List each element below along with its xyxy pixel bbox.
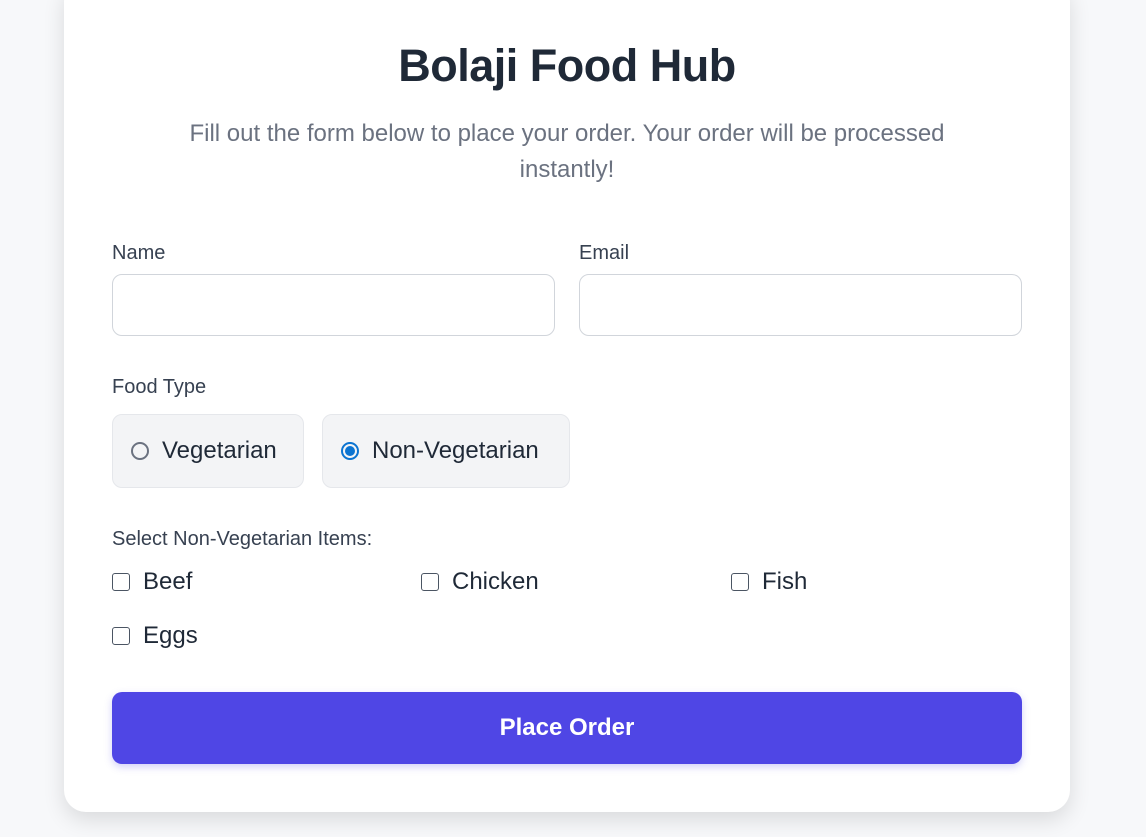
beef-checkbox[interactable] [112,573,130,591]
page-subtitle: Fill out the form below to place your or… [189,120,945,183]
vegetarian-radio[interactable] [131,442,149,460]
email-field-wrapper [579,274,1022,336]
chicken-label: Chicken [452,568,539,595]
food-type-label: Food Type [112,376,207,398]
non-vegetarian-radio[interactable] [341,442,359,460]
radio-selected-dot [345,446,355,456]
vegetarian-label: Vegetarian [162,437,277,464]
name-field-wrapper [112,274,555,336]
fish-checkbox-option[interactable]: Fish [731,568,807,596]
fish-label: Fish [762,568,808,595]
beef-label: Beef [143,568,193,595]
non-vegetarian-label: Non-Vegetarian [372,437,539,464]
eggs-checkbox-option[interactable]: Eggs [112,622,198,650]
non-vegetarian-radio-option[interactable]: Non-Vegetarian [322,414,570,488]
email-input[interactable] [580,275,1021,335]
order-form-card: Bolaji Food Hub Fill out the form below … [64,0,1070,812]
name-input[interactable] [113,275,554,335]
email-label: Email [579,242,630,264]
name-label: Name [112,242,166,264]
eggs-checkbox[interactable] [112,627,130,645]
place-order-button[interactable]: Place Order [112,692,1022,764]
page-title: Bolaji Food Hub [398,40,736,91]
beef-checkbox-option[interactable]: Beef [112,568,192,596]
vegetarian-radio-option[interactable]: Vegetarian [112,414,304,488]
chicken-checkbox-option[interactable]: Chicken [421,568,539,596]
fish-checkbox[interactable] [731,573,749,591]
items-label: Select Non-Vegetarian Items: [112,528,373,550]
chicken-checkbox[interactable] [421,573,439,591]
eggs-label: Eggs [143,622,198,649]
